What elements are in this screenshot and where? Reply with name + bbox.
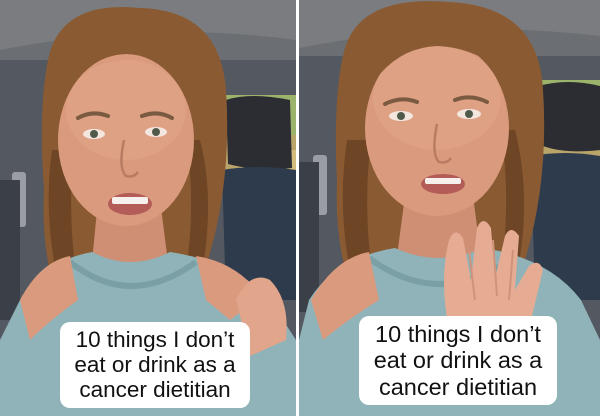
caption-line: cancer dietitian <box>79 377 231 403</box>
caption-line: 10 things I don’t <box>375 321 541 347</box>
caption-line: cancer dietitian <box>378 373 538 400</box>
caption-line: eat or drink as a <box>373 347 543 374</box>
video-frame-right: 10 things I don’t eat or drink as a canc… <box>299 0 600 416</box>
caption-line: 10 things I don’t <box>75 327 235 352</box>
caption-box: 10 things I don’t eat or drink as a canc… <box>359 316 557 405</box>
caption-box: 10 things I don’t eat or drink as a canc… <box>60 322 250 408</box>
caption-line: eat or drink as a <box>74 352 236 378</box>
video-frame-left: 10 things I don’t eat or drink as a canc… <box>0 0 296 416</box>
